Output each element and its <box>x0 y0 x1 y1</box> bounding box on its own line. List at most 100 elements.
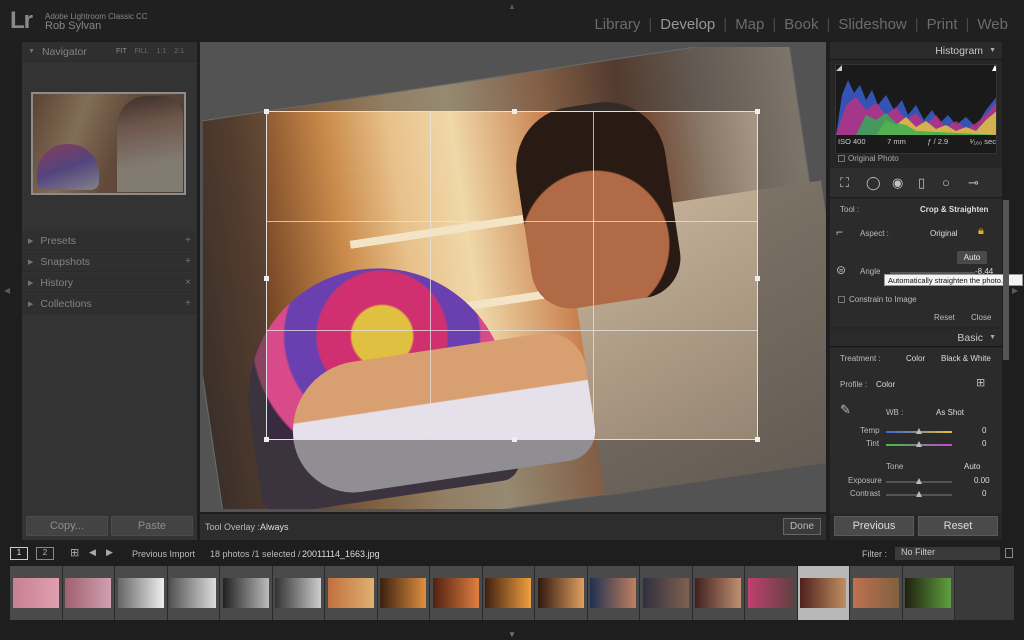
source-label[interactable]: Previous Import <box>132 549 195 559</box>
crop-reset-button[interactable]: Reset <box>934 313 955 322</box>
filmstrip-thumbnail[interactable] <box>377 566 430 620</box>
add-preset-icon[interactable]: + <box>185 235 191 246</box>
crop-close-button[interactable]: Close <box>971 313 991 322</box>
basic-header[interactable]: Basic ▼ <box>830 329 1002 347</box>
crop-handle[interactable] <box>755 437 760 442</box>
filmstrip-thumbnail[interactable] <box>797 566 850 620</box>
crop-tool-icon[interactable]: ⛶ <box>840 176 849 189</box>
copy-button[interactable]: Copy... <box>26 516 108 536</box>
exposure-value[interactable]: 0.00 <box>974 476 990 485</box>
tool-overlay-select[interactable]: Always <box>260 522 289 532</box>
collapse-bottom-icon[interactable]: ▼ <box>508 630 516 639</box>
aspect-label: Aspect : <box>860 229 889 238</box>
filmstrip-thumbnail[interactable] <box>902 566 955 620</box>
radial-filter-icon[interactable]: ○ <box>942 176 950 189</box>
filmstrip-thumbnail[interactable] <box>692 566 745 620</box>
second-window-button[interactable]: 2 <box>36 547 54 560</box>
zoom-fill[interactable]: FILL <box>135 48 149 55</box>
filmstrip-thumbnail[interactable] <box>62 566 115 620</box>
wb-select[interactable]: As Shot <box>936 408 964 417</box>
presets-header[interactable]: ▶ Presets + <box>22 231 197 251</box>
paste-button[interactable]: Paste <box>111 516 193 536</box>
lock-icon[interactable]: 🔒︎ <box>978 225 984 238</box>
snapshots-header[interactable]: ▶ Snapshots + <box>22 252 197 272</box>
filmstrip-thumbnail[interactable] <box>115 566 168 620</box>
contrast-value[interactable]: 0 <box>982 489 986 498</box>
selected-filename[interactable]: 20011114_1663.jpg <box>302 549 380 559</box>
filmstrip-thumbnail[interactable] <box>587 566 640 620</box>
wb-eyedropper-icon[interactable]: ✎ <box>840 402 851 418</box>
tone-auto-button[interactable]: Auto <box>964 462 980 471</box>
straighten-tool-icon[interactable]: ⊜ <box>836 263 846 277</box>
crop-handle[interactable] <box>264 437 269 442</box>
filmstrip-thumbnail[interactable] <box>430 566 483 620</box>
module-print[interactable]: Print <box>919 16 966 33</box>
temp-slider-knob[interactable] <box>916 428 922 434</box>
module-develop[interactable]: Develop <box>652 16 723 33</box>
filter-select[interactable]: No Filter <box>895 547 1000 560</box>
crop-overlay[interactable] <box>264 109 760 442</box>
spot-removal-icon[interactable]: ◯ <box>866 176 881 189</box>
collapse-left-icon[interactable]: ◀ <box>4 286 10 295</box>
auto-straighten-button[interactable]: Auto <box>957 251 987 264</box>
collapse-right-icon[interactable]: ▶ <box>1012 286 1018 295</box>
collapse-top-icon[interactable]: ▲ <box>508 2 516 11</box>
crop-handle[interactable] <box>264 109 269 114</box>
clear-history-icon[interactable]: × <box>185 277 191 288</box>
treatment-bw[interactable]: Black & White <box>941 354 991 363</box>
treatment-label: Treatment : <box>840 354 881 363</box>
filmstrip-thumbnail[interactable] <box>640 566 693 620</box>
add-collection-icon[interactable]: + <box>185 298 191 309</box>
contrast-slider-knob[interactable] <box>916 491 922 497</box>
done-button[interactable]: Done <box>783 518 821 535</box>
zoom-fit[interactable]: FIT <box>116 48 127 55</box>
reset-button[interactable]: Reset <box>918 516 998 536</box>
module-library[interactable]: Library <box>586 16 648 33</box>
previous-button[interactable]: Previous <box>834 516 914 536</box>
crop-handle[interactable] <box>512 109 517 114</box>
navigator-preview[interactable] <box>31 92 186 195</box>
histogram-header[interactable]: Histogram ▼ <box>830 42 1002 60</box>
graduated-filter-icon[interactable]: ▯ <box>918 176 925 189</box>
forward-arrow-icon[interactable]: ▶ <box>106 547 113 558</box>
adjustment-brush-icon[interactable]: ⊸ <box>968 176 979 189</box>
add-snapshot-icon[interactable]: + <box>185 256 191 267</box>
filmstrip-thumbnail[interactable] <box>10 566 63 620</box>
filmstrip-thumbnail[interactable] <box>272 566 325 620</box>
collections-header[interactable]: ▶ Collections + <box>22 294 197 314</box>
back-arrow-icon[interactable]: ◀ <box>89 547 96 558</box>
filmstrip-thumbnail[interactable] <box>535 566 588 620</box>
filmstrip-thumbnail[interactable] <box>220 566 273 620</box>
filmstrip-thumbnail[interactable] <box>745 566 798 620</box>
zoom-2-1[interactable]: 2:1 <box>174 48 184 55</box>
zoom-1-1[interactable]: 1:1 <box>157 48 167 55</box>
tint-slider-knob[interactable] <box>916 441 922 447</box>
red-eye-icon[interactable]: ◉ <box>892 176 903 189</box>
aspect-select[interactable]: Original <box>930 229 958 238</box>
grid-view-icon[interactable]: ⊞ <box>70 546 79 559</box>
module-web[interactable]: Web <box>969 16 1016 33</box>
tint-value[interactable]: 0 <box>982 439 986 448</box>
right-panel-scrollbar[interactable] <box>1003 200 1009 360</box>
module-map[interactable]: Map <box>727 16 772 33</box>
main-window-button[interactable]: 1 <box>10 547 28 560</box>
crop-handle[interactable] <box>512 437 517 442</box>
constrain-checkbox[interactable]: Constrain to Image <box>838 295 917 304</box>
exposure-slider-knob[interactable] <box>916 478 922 484</box>
filter-lock-icon[interactable] <box>1005 548 1013 558</box>
original-photo-checkbox[interactable]: Original Photo <box>838 154 899 163</box>
temp-value[interactable]: 0 <box>982 426 986 435</box>
treatment-color[interactable]: Color <box>906 354 925 363</box>
filmstrip-thumbnail[interactable] <box>850 566 903 620</box>
history-header[interactable]: ▶ History × <box>22 273 197 293</box>
crop-handle[interactable] <box>264 275 269 281</box>
filmstrip-thumbnail[interactable] <box>325 566 378 620</box>
module-slideshow[interactable]: Slideshow <box>830 16 914 33</box>
profile-select[interactable]: Color <box>876 380 895 389</box>
filmstrip-thumbnail[interactable] <box>167 566 220 620</box>
crop-handle[interactable] <box>755 109 760 114</box>
filmstrip-thumbnail[interactable] <box>482 566 535 620</box>
profile-browser-icon[interactable]: ⊞ <box>976 376 985 389</box>
module-book[interactable]: Book <box>776 16 826 33</box>
crop-handle[interactable] <box>755 275 760 281</box>
